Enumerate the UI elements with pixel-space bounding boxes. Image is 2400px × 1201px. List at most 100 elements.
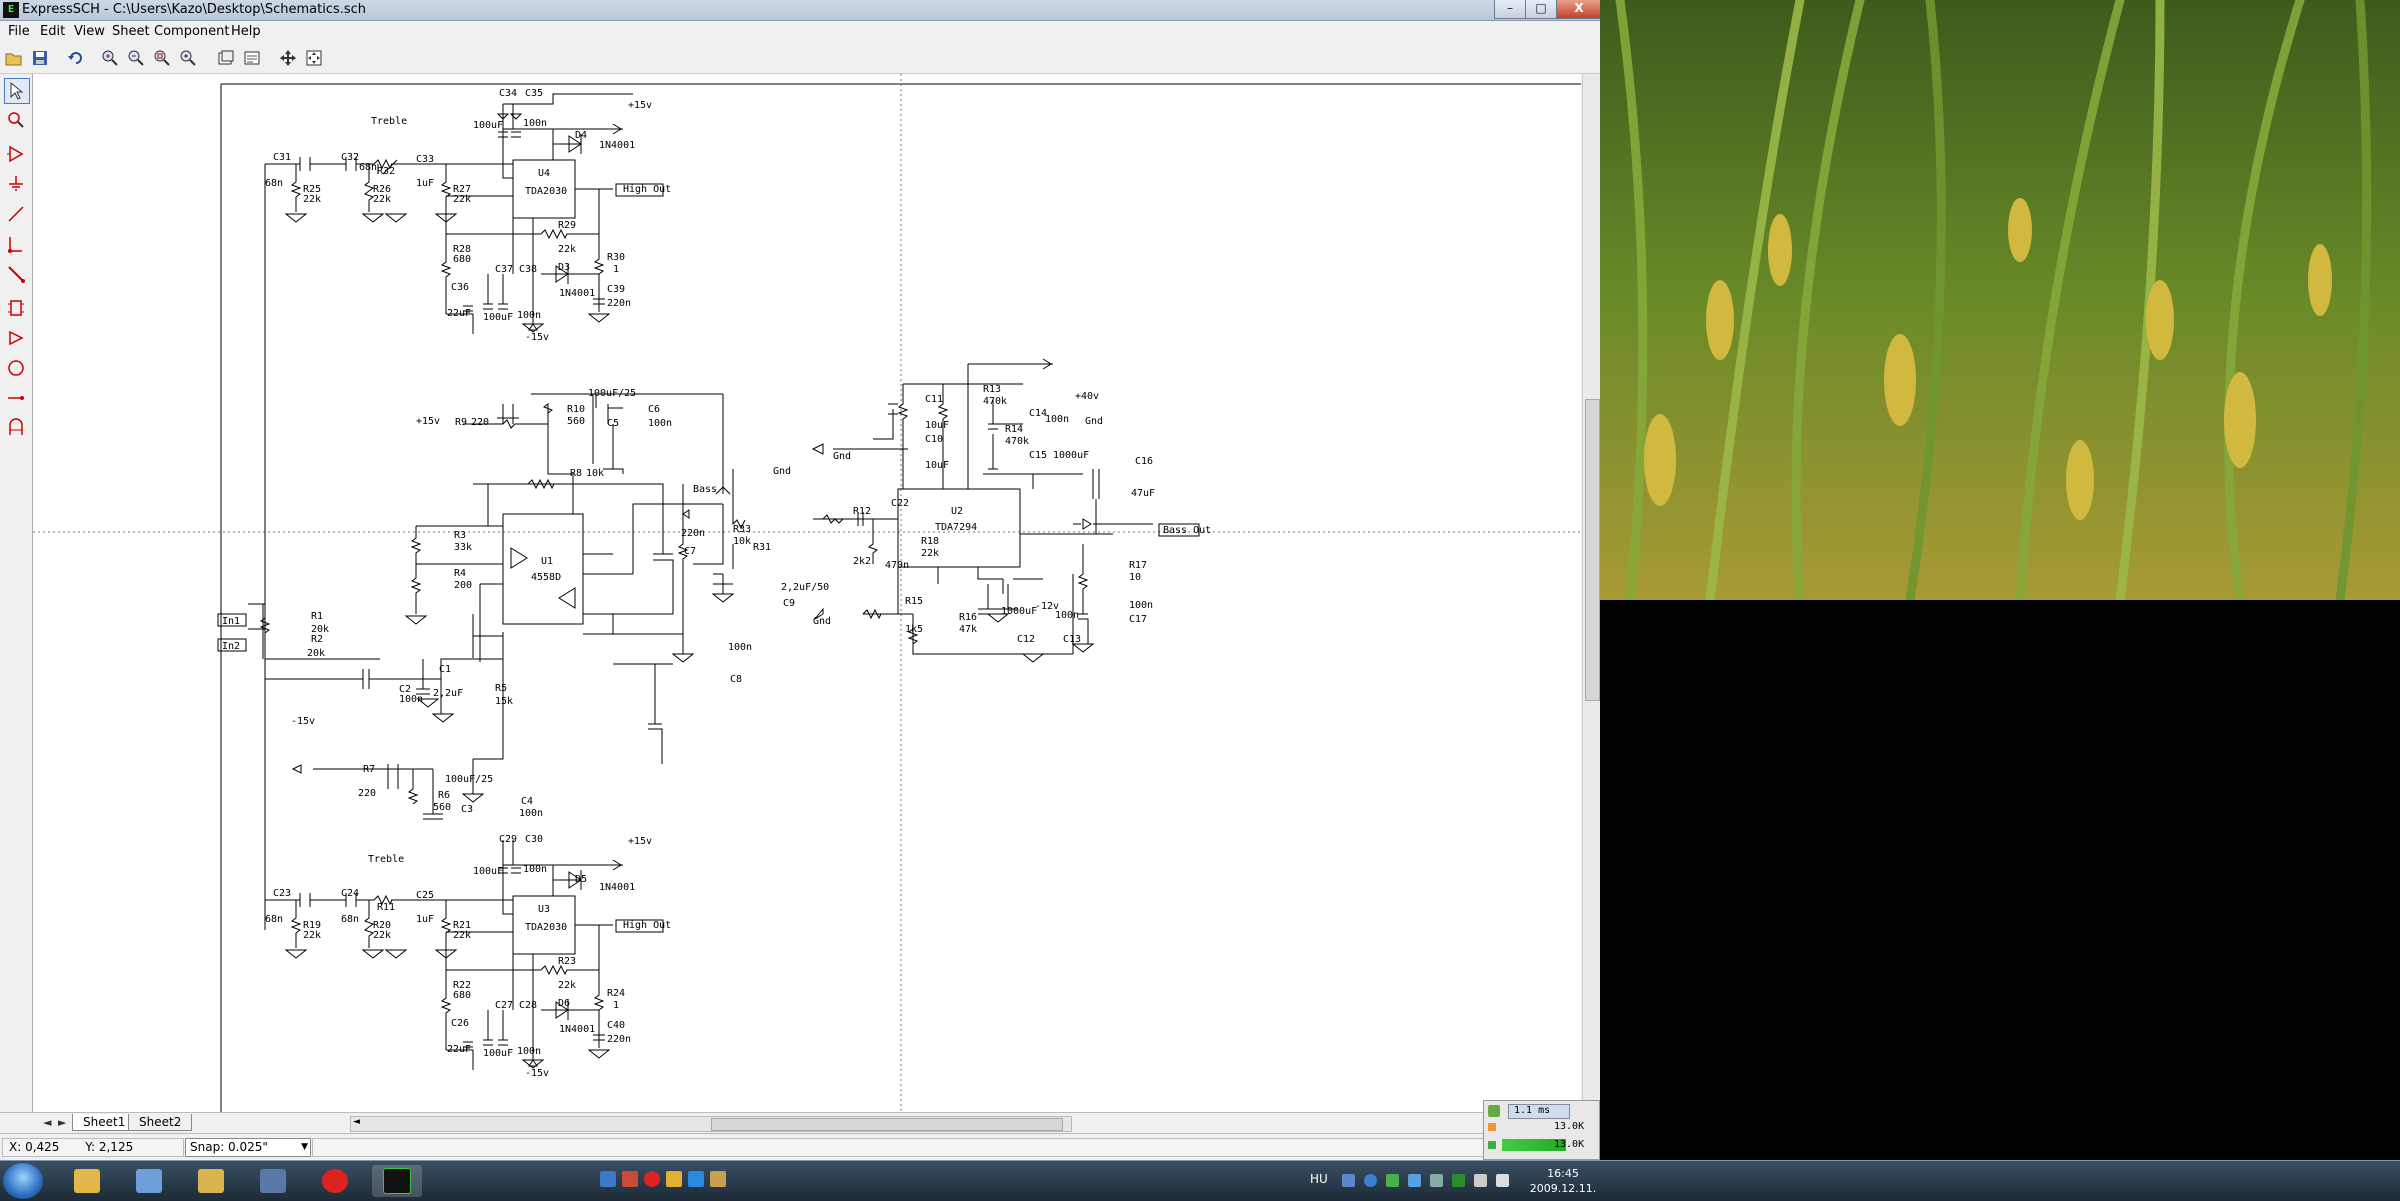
pan-icon[interactable] — [302, 46, 326, 70]
part-ref-c6: C6 — [648, 404, 660, 415]
minimize-button[interactable]: – — [1494, 0, 1526, 19]
tray-network-icon[interactable] — [1342, 1174, 1355, 1187]
part-ref-c23: C23 — [273, 888, 291, 899]
explorer-folder-icon[interactable] — [62, 1165, 112, 1197]
part-val-c35: 100n — [523, 118, 547, 129]
label-treble-bottom: Treble — [368, 854, 404, 865]
zoom-fit-icon[interactable] — [176, 46, 200, 70]
menu-file[interactable]: File — [8, 24, 30, 39]
zoom-area-icon[interactable] — [150, 46, 174, 70]
start-button[interactable] — [3, 1163, 43, 1199]
sheet-props-icon[interactable] — [240, 46, 264, 70]
tray-monitor-icon[interactable] — [1474, 1174, 1487, 1187]
tab-sheet2[interactable]: Sheet2 — [128, 1114, 193, 1131]
close-button[interactable]: X — [1556, 0, 1600, 19]
menu-edit[interactable]: Edit — [40, 24, 65, 39]
open-icon[interactable] — [2, 46, 26, 70]
wire-icon[interactable] — [4, 202, 28, 226]
disk-icon[interactable] — [248, 1165, 298, 1197]
part-icon[interactable] — [4, 296, 28, 320]
part-ref-c17: C17 — [1129, 614, 1147, 625]
snap-dropdown[interactable]: Snap: 0.025" ▼ — [185, 1138, 311, 1157]
part-ref-c7: C7 — [684, 546, 696, 557]
volume-icon[interactable] — [1496, 1174, 1509, 1187]
part-val-c34: 100uF — [473, 120, 503, 131]
network-icon[interactable] — [124, 1165, 174, 1197]
title-bar[interactable]: E ExpressSCH - C:\Users\Kazo\Desktop\Sch… — [0, 0, 1600, 21]
port-icon[interactable] — [4, 326, 28, 350]
media-icon[interactable] — [600, 1171, 616, 1187]
bus-icon[interactable] — [4, 262, 28, 286]
part-val-r3: 33k — [454, 542, 472, 553]
component-icon[interactable] — [4, 142, 28, 166]
ie-ql-icon[interactable] — [688, 1171, 704, 1187]
vertical-scrollbar[interactable] — [1582, 74, 1600, 1112]
tray-security-icon[interactable] — [1386, 1174, 1399, 1187]
gadget-row3: 13.0K — [1554, 1139, 1585, 1150]
save-icon[interactable] — [28, 46, 52, 70]
gadget-up-icon — [1488, 1123, 1496, 1131]
undo-icon[interactable] — [64, 46, 88, 70]
zoom-select-icon[interactable] — [4, 108, 28, 132]
schematic-canvas[interactable]: +15v -15v +15v -15v +15v -15v +40v -12v … — [33, 74, 1581, 1112]
expresssch-task-icon[interactable] — [372, 1165, 422, 1197]
part-ref-c13: C13 — [1063, 634, 1081, 645]
pen-ql-icon[interactable] — [710, 1171, 726, 1187]
part-val-c10: 10uF — [925, 460, 949, 471]
zoom-out-icon[interactable] — [124, 46, 148, 70]
part-val-r2: 20k — [307, 648, 325, 659]
circle-icon[interactable] — [4, 356, 28, 380]
part-ref-c22: C22 — [891, 498, 909, 509]
select-pointer-icon[interactable] — [4, 78, 30, 104]
sheet-next-button[interactable]: ► — [58, 1116, 66, 1129]
part-val-c30: 100n — [523, 864, 547, 875]
part-ref-c31: C31 — [273, 152, 291, 163]
tab-sheet1[interactable]: Sheet1 — [72, 1114, 137, 1131]
move-icon[interactable] — [276, 46, 300, 70]
notepad-icon[interactable] — [186, 1165, 236, 1197]
part-val-c11: 10uF — [925, 420, 949, 431]
maximize-button[interactable]: □ — [1525, 0, 1557, 19]
vertical-scroll-thumb[interactable] — [1585, 399, 1600, 701]
rail-label-minus15-top: -15v — [525, 332, 549, 343]
tray-display-icon[interactable] — [1430, 1174, 1443, 1187]
language-indicator[interactable]: HU — [1310, 1172, 1328, 1186]
network-meter-gadget[interactable]: 1.1 ms 13.0K 13.0K — [1483, 1100, 1600, 1160]
part-ref-r2: R2 — [311, 634, 323, 645]
part-val-r29: 22k — [558, 244, 576, 255]
hscroll-left-button[interactable]: ◄ — [353, 1117, 360, 1127]
part-val-r27: 22k — [453, 194, 471, 205]
part-ref-r9: R9 — [455, 417, 467, 428]
sheet-prev-button[interactable]: ◄ — [43, 1116, 51, 1129]
schematic-drawing: +15v -15v +15v -15v +15v -15v +40v -12v … — [33, 74, 1581, 1112]
clock[interactable]: 16:45 2009.12.11. — [1528, 1166, 1598, 1196]
menu-sheet[interactable]: Sheet — [112, 24, 150, 39]
zoom-in-icon[interactable] — [98, 46, 122, 70]
tray-update-icon[interactable] — [1408, 1174, 1421, 1187]
part-val-c5: 100uF/25 — [588, 388, 636, 399]
menu-component[interactable]: Component — [154, 24, 229, 39]
text-icon[interactable] — [4, 416, 28, 440]
opera-ql-icon[interactable] — [644, 1171, 660, 1187]
store-icon[interactable] — [622, 1171, 638, 1187]
sheet-icon[interactable] — [214, 46, 238, 70]
part-val-c15: 1000uF — [1053, 450, 1089, 461]
horizontal-scrollbar[interactable]: ◄ — [350, 1116, 1072, 1132]
part-ref-c27: C27 — [495, 1000, 513, 1011]
horizontal-scroll-thumb[interactable] — [711, 1118, 1063, 1131]
tray-bluetooth-icon[interactable] — [1364, 1174, 1377, 1187]
chrome-ql-icon[interactable] — [666, 1171, 682, 1187]
part-val-d4: 1N4001 — [599, 140, 635, 151]
ground-icon[interactable] — [4, 172, 28, 196]
part-val-d6: 1N4001 — [559, 1024, 595, 1035]
part-ref-c25: C25 — [416, 890, 434, 901]
junction-icon[interactable] — [4, 232, 28, 256]
line-arrow-icon[interactable] — [4, 386, 28, 410]
part-ref-c38: C38 — [519, 264, 537, 275]
tray-app-icon[interactable] — [1452, 1174, 1465, 1187]
menu-view[interactable]: View — [74, 24, 105, 39]
part-ref-c30: C30 — [525, 834, 543, 845]
opera-icon[interactable] — [310, 1165, 360, 1197]
part-val-c28: 100n — [517, 1046, 541, 1057]
menu-help[interactable]: Help — [231, 24, 261, 39]
